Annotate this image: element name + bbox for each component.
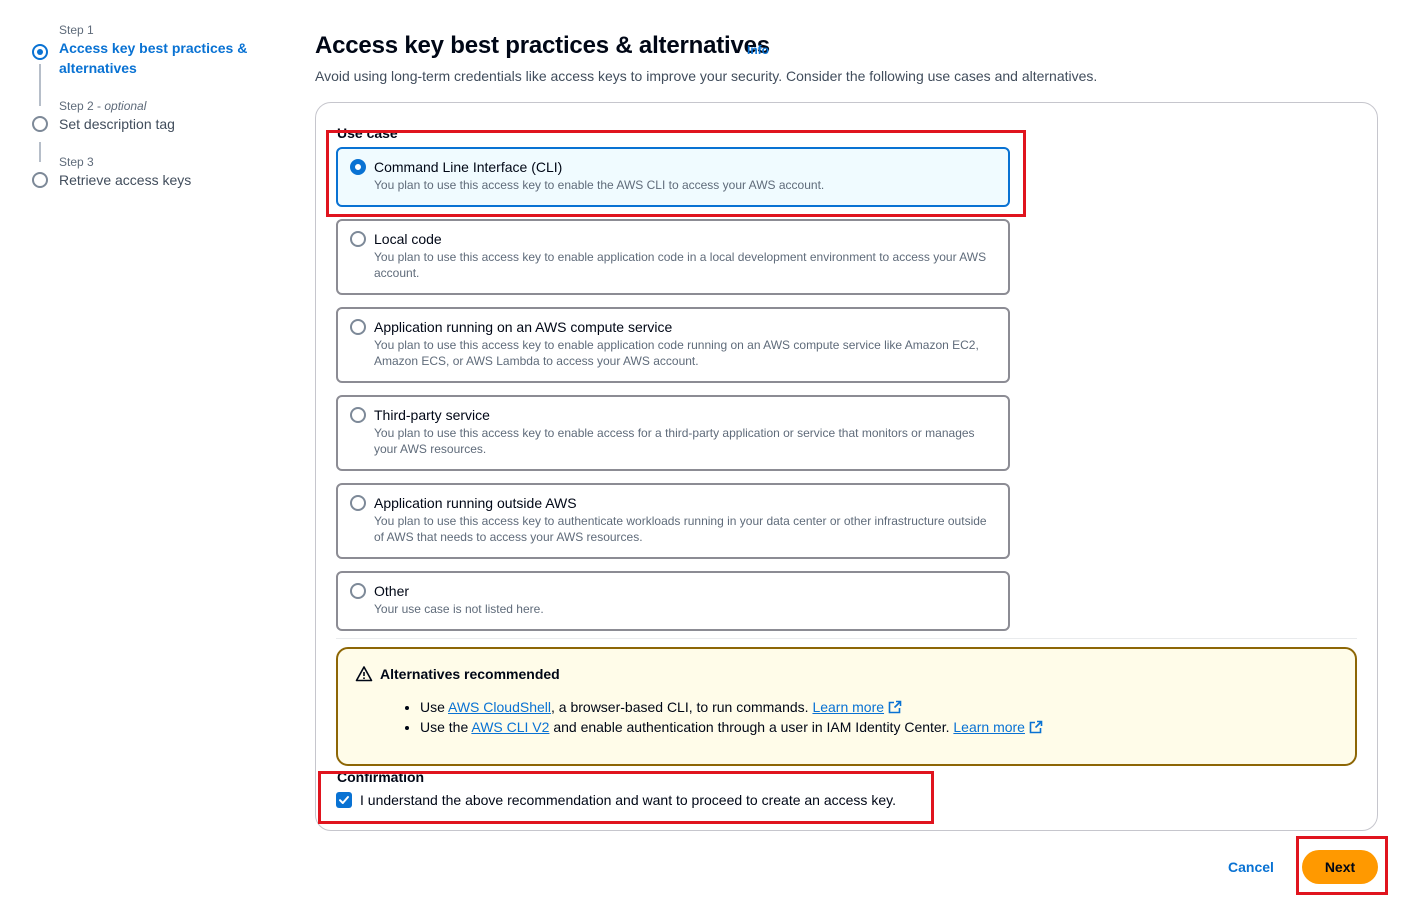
step-1-label: Step 1 (59, 23, 94, 37)
option-title: Application running on an AWS compute se… (374, 319, 673, 335)
confirmation-label: Confirmation (337, 769, 425, 785)
confirmation-checkbox[interactable] (336, 792, 352, 808)
next-button[interactable]: Next (1302, 850, 1378, 884)
page-title: Access key best practices & alternatives (315, 32, 770, 59)
step-2-indicator-icon (32, 116, 48, 132)
use-case-option-third-party[interactable]: Third-party service You plan to use this… (336, 395, 1010, 471)
option-description: You plan to use this access key to authe… (374, 514, 987, 544)
option-title: Local code (374, 231, 442, 247)
step-1[interactable]: Step 1 Access key best practices & alter… (30, 22, 280, 98)
step-3[interactable]: Step 3 Retrieve access keys (30, 154, 280, 194)
use-case-option-outside-aws[interactable]: Application running outside AWS You plan… (336, 483, 1010, 559)
step-1-title[interactable]: Access key best practices & alternatives (59, 38, 280, 78)
step-3-title[interactable]: Retrieve access keys (59, 170, 280, 190)
alert-text: Use (420, 699, 449, 715)
cloudshell-link[interactable]: AWS CloudShell (448, 699, 551, 715)
option-description: You plan to use this access key to enabl… (374, 250, 987, 280)
info-link[interactable]: Info (747, 43, 769, 57)
option-description: You plan to use this access key to enabl… (374, 338, 979, 368)
checkmark-icon (339, 796, 349, 804)
step-3-indicator-icon (32, 172, 48, 188)
use-case-option-aws-compute[interactable]: Application running on an AWS compute se… (336, 307, 1010, 383)
step-2-title[interactable]: Set description tag (59, 114, 280, 134)
wizard-steps: Step 1 Access key best practices & alter… (30, 22, 280, 194)
use-case-option-cli[interactable]: Command Line Interface (CLI) You plan to… (336, 147, 1010, 207)
option-title: Other (374, 583, 410, 599)
alert-text: , a browser-based CLI, to run commands. (551, 699, 813, 715)
option-title: Application running outside AWS (374, 495, 577, 511)
option-title: Third-party service (374, 407, 490, 423)
alert-text: and enable authentication through a user… (549, 719, 954, 735)
radio-icon[interactable] (350, 319, 366, 335)
cli-v2-link[interactable]: AWS CLI V2 (471, 719, 549, 735)
section-divider (336, 638, 1357, 639)
radio-icon[interactable] (350, 231, 366, 247)
radio-icon[interactable] (350, 583, 366, 599)
option-description: You plan to use this access key to enabl… (374, 426, 975, 456)
use-case-label: Use case (337, 125, 398, 141)
step-2-label: Step 2 - optional (59, 99, 147, 113)
option-title: Command Line Interface (CLI) (374, 159, 563, 175)
alert-item-cloudshell: Use AWS CloudShell, a browser-based CLI,… (420, 697, 1043, 717)
confirmation-text[interactable]: I understand the above recommendation an… (360, 792, 896, 808)
step-3-label: Step 3 (59, 155, 94, 169)
radio-icon[interactable] (350, 495, 366, 511)
use-case-option-local-code[interactable]: Local code You plan to use this access k… (336, 219, 1010, 295)
alert-title: Alternatives recommended (380, 666, 560, 682)
step-2[interactable]: Step 2 - optional Set description tag (30, 98, 280, 154)
external-link-icon (888, 700, 902, 714)
alternatives-alert: Alternatives recommended Use AWS CloudSh… (336, 647, 1357, 766)
option-description: You plan to use this access key to enabl… (374, 178, 825, 192)
step-1-indicator-icon (32, 44, 48, 60)
use-case-option-other[interactable]: Other Your use case is not listed here. (336, 571, 1010, 631)
step-2-optional: optional (104, 99, 147, 113)
cancel-button[interactable]: Cancel (1218, 851, 1284, 883)
radio-selected-icon[interactable] (350, 159, 366, 175)
learn-more-link[interactable]: Learn more (953, 719, 1043, 735)
alert-text: Use the (420, 719, 472, 735)
page-description: Avoid using long-term credentials like a… (315, 68, 1098, 84)
learn-more-link[interactable]: Learn more (812, 699, 902, 715)
warning-icon (355, 666, 373, 682)
option-description: Your use case is not listed here. (374, 602, 544, 616)
radio-icon[interactable] (350, 407, 366, 423)
external-link-icon (1029, 720, 1043, 734)
alert-list: Use AWS CloudShell, a browser-based CLI,… (402, 697, 1043, 737)
alert-item-cli-v2: Use the AWS CLI V2 and enable authentica… (420, 717, 1043, 737)
